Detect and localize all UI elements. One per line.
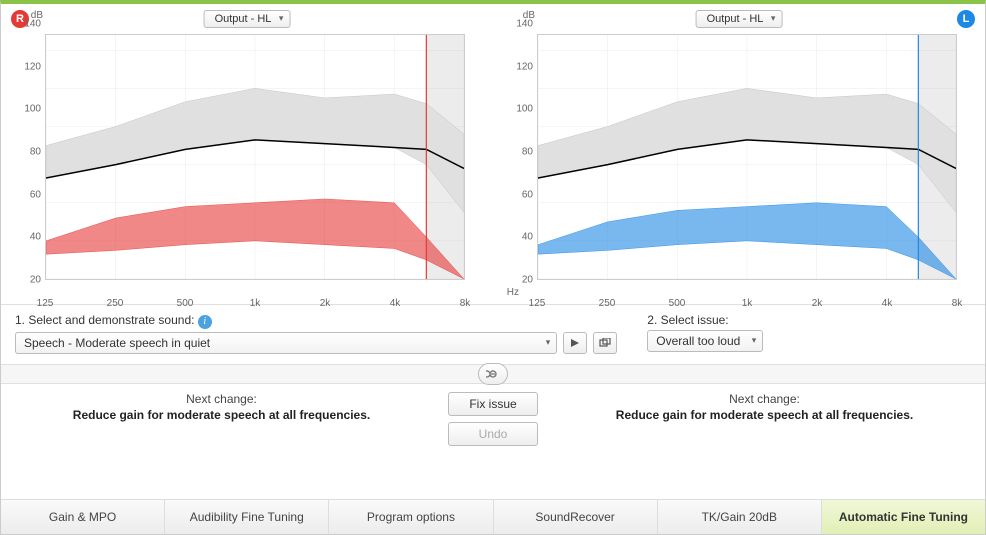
sound-select[interactable]: Speech - Moderate speech in quiet — [15, 332, 557, 354]
y-axis-left: dB 20406080100120140 — [509, 24, 535, 280]
next-title-left: Next change: — [558, 392, 971, 406]
undo-button[interactable]: Undo — [448, 422, 538, 446]
tab-automatic-fine-tuning[interactable]: Automatic Fine Tuning — [822, 500, 985, 534]
next-change-right: Next change: Reduce gain for moderate sp… — [15, 392, 428, 422]
chart-area-left[interactable] — [537, 34, 957, 280]
fix-issue-button[interactable]: Fix issue — [448, 392, 538, 416]
action-panel: Next change: Reduce gain for moderate sp… — [1, 384, 985, 458]
step1-label: 1. Select and demonstrate sound: — [15, 313, 194, 327]
tab-tk-gain-20db[interactable]: TK/Gain 20dB — [658, 500, 822, 534]
tab-audibility-fine-tuning[interactable]: Audibility Fine Tuning — [165, 500, 329, 534]
y-axis-right: dB 20406080100120140 — [17, 24, 43, 280]
left-ear-badge: L — [957, 10, 975, 28]
tab-gain-mpo[interactable]: Gain & MPO — [1, 500, 165, 534]
next-desc-left: Reduce gain for moderate speech at all f… — [558, 408, 971, 422]
chart-panel: R Output - HL dB 20406080100120140 12525… — [1, 4, 985, 304]
issue-select[interactable]: Overall too loud — [647, 330, 763, 352]
sound-issue-panel: 1. Select and demonstrate sound: i Speec… — [1, 304, 985, 364]
chart-area-right[interactable] — [45, 34, 465, 280]
chart-right: R Output - HL dB 20406080100120140 12525… — [1, 4, 493, 304]
loop-button[interactable] — [593, 332, 617, 354]
chart-left: L Output - HL dB 20406080100120140 12525… — [493, 4, 985, 304]
play-button[interactable] — [563, 332, 587, 354]
next-change-left: Next change: Reduce gain for moderate sp… — [558, 392, 971, 422]
bottom-tabs: Gain & MPOAudibility Fine TuningProgram … — [1, 499, 985, 534]
tab-soundrecover[interactable]: SoundRecover — [494, 500, 658, 534]
left-output-dropdown[interactable]: Output - HL — [696, 10, 783, 28]
link-row — [1, 364, 985, 384]
next-title-right: Next change: — [15, 392, 428, 406]
right-output-dropdown[interactable]: Output - HL — [204, 10, 291, 28]
tab-program-options[interactable]: Program options — [329, 500, 493, 534]
next-desc-right: Reduce gain for moderate speech at all f… — [15, 408, 428, 422]
step2-label: 2. Select issue: — [647, 313, 971, 327]
info-icon[interactable]: i — [198, 315, 212, 329]
link-ears-toggle[interactable] — [478, 363, 508, 385]
